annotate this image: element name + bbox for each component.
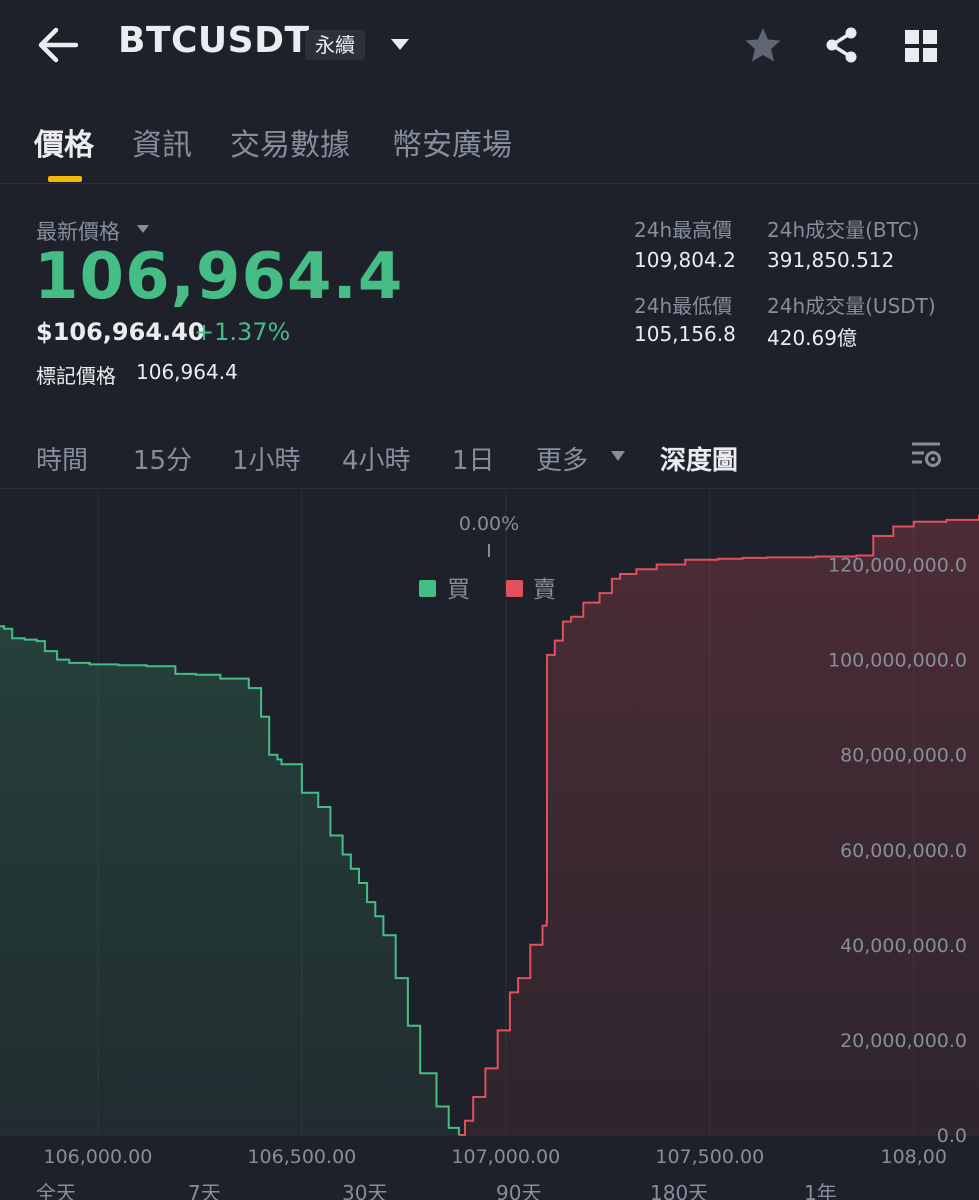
x-tick-label: 108,00 (880, 1146, 946, 1168)
interval-1h[interactable]: 1小時 (232, 440, 301, 477)
star-icon[interactable] (744, 26, 782, 64)
range-7d[interactable]: 7天 (188, 1181, 221, 1200)
legend-buy-label: 買 (447, 577, 470, 603)
x-tick-label: 107,500.00 (655, 1146, 764, 1168)
mark-price-label: 標記價格 (36, 364, 116, 388)
dropdown-icon[interactable] (388, 36, 412, 52)
tab-info[interactable]: 資訊 (132, 120, 192, 164)
chart-settings-icon[interactable] (910, 438, 942, 470)
tab-trading-data[interactable]: 交易數據 (230, 120, 350, 164)
volume-usdt-value: 420.69億 (767, 326, 857, 350)
symbol-title[interactable]: BTCUSDT (118, 20, 310, 61)
y-tick-label: 120,000,000.0 (828, 555, 967, 577)
volume-usdt-label: 24h成交量(USDT) (767, 294, 936, 318)
mark-price-value: 106,964.4 (136, 360, 238, 384)
grid-menu-icon[interactable] (903, 28, 939, 64)
caret-down-icon[interactable] (136, 224, 150, 234)
tab-binance-square[interactable]: 幣安廣場 (392, 120, 512, 164)
last-price: 106,964.4 (34, 240, 404, 314)
legend-sell-swatch (506, 580, 523, 597)
x-tick-label: 106,500.00 (247, 1146, 356, 1168)
high-label: 24h最高價 (634, 218, 733, 242)
caret-down-icon[interactable] (610, 450, 626, 462)
change-percent: +1.37% (194, 318, 291, 346)
x-tick-label: 107,000.00 (451, 1146, 560, 1168)
volume-btc-label: 24h成交量(BTC) (767, 218, 920, 242)
y-tick-label: 0.0 (937, 1125, 967, 1147)
legend-sell-label: 賣 (533, 577, 556, 603)
interval-more[interactable]: 更多 (536, 440, 588, 477)
range-90d[interactable]: 90天 (496, 1181, 541, 1200)
interval-1d[interactable]: 1日 (452, 440, 495, 477)
tab-price[interactable]: 價格 (34, 120, 94, 164)
mid-price-label: 0.00% (459, 513, 519, 535)
range-all[interactable]: 全天 (36, 1181, 76, 1200)
y-tick-label: 60,000,000.0 (840, 840, 967, 862)
y-tick-label: 100,000,000.0 (828, 650, 967, 672)
time-range-tabs[interactable]: 全天 7天 30天 90天 180天 1年 (36, 1181, 837, 1200)
interval-time[interactable]: 時間 (36, 440, 88, 477)
active-tab-indicator (48, 176, 82, 182)
volume-btc-value: 391,850.512 (767, 248, 895, 272)
share-icon[interactable] (822, 26, 860, 64)
y-tick-label: 20,000,000.0 (840, 1030, 967, 1052)
interval-15m[interactable]: 15分 (133, 440, 192, 477)
x-tick-label: 106,000.00 (44, 1146, 153, 1168)
usd-price: $106,964.40 (36, 318, 205, 346)
range-1y[interactable]: 1年 (804, 1181, 837, 1200)
contract-type-badge: 永續 (305, 30, 365, 60)
range-180d[interactable]: 180天 (650, 1181, 708, 1200)
legend-buy-swatch (419, 580, 436, 597)
interval-4h[interactable]: 4小時 (342, 440, 411, 477)
y-tick-label: 40,000,000.0 (840, 935, 967, 957)
low-label: 24h最低價 (634, 294, 733, 318)
range-30d[interactable]: 30天 (342, 1181, 387, 1200)
low-value: 105,156.8 (634, 322, 736, 346)
divider (0, 183, 979, 184)
interval-depth[interactable]: 深度圖 (660, 440, 738, 477)
high-value: 109,804.2 (634, 248, 736, 272)
buy-depth-area (0, 626, 459, 1135)
back-arrow-icon[interactable] (36, 26, 78, 64)
y-tick-label: 80,000,000.0 (840, 745, 967, 767)
depth-chart[interactable]: 0.0 20,000,000.0 40,000,000.0 60,000,000.0 8… (0, 489, 979, 1200)
